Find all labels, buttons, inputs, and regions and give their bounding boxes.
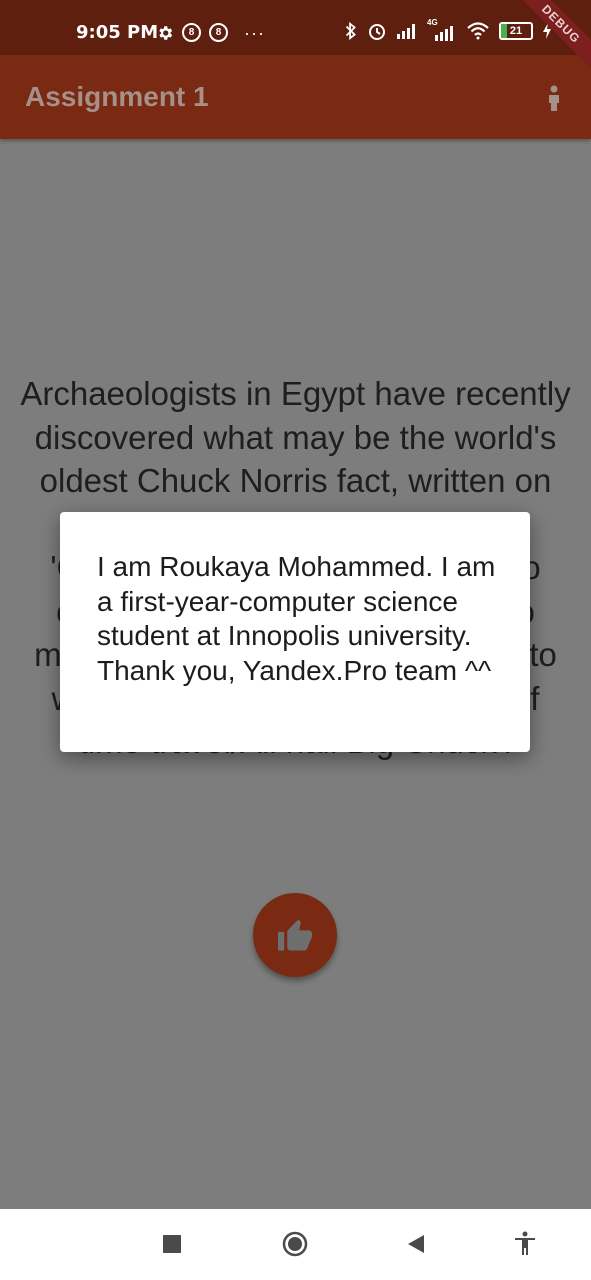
back-triangle-icon[interactable] xyxy=(406,1234,426,1254)
notification-badge-icon: 8 xyxy=(209,23,228,42)
system-navigation-bar xyxy=(0,1209,591,1280)
more-notifications-icon: ··· xyxy=(244,22,265,43)
home-circle-icon[interactable] xyxy=(282,1231,308,1257)
recents-square-icon[interactable] xyxy=(163,1235,181,1253)
status-icons-right: 4G 21 xyxy=(344,18,552,41)
like-button[interactable] xyxy=(253,893,337,977)
wifi-icon xyxy=(467,22,489,40)
status-time: 9:05 PM xyxy=(76,22,159,43)
bluetooth-icon xyxy=(345,22,356,40)
signal-icon xyxy=(397,24,415,39)
status-icons-left: 8 8 ··· xyxy=(156,23,265,42)
status-bar: 9:05 PM 8 8 ··· 4G 21 DEBUG xyxy=(0,0,591,74)
accessibility-icon[interactable] xyxy=(514,1231,536,1255)
app-bar: Assignment 1 xyxy=(0,55,591,139)
person-icon[interactable] xyxy=(545,85,563,111)
info-dialog[interactable]: I am Roukaya Mohammed. I am a first-year… xyxy=(60,512,530,752)
dialog-message: I am Roukaya Mohammed. I am a first-year… xyxy=(97,551,496,686)
signal-4g-icon: 4G xyxy=(427,18,457,41)
page-title: Assignment 1 xyxy=(25,81,209,112)
notification-badge-icon: 8 xyxy=(182,23,201,42)
battery-icon: 21 xyxy=(499,22,533,40)
alarm-icon xyxy=(369,24,385,40)
gear-icon xyxy=(159,25,173,40)
thumb-up-icon xyxy=(278,919,312,951)
